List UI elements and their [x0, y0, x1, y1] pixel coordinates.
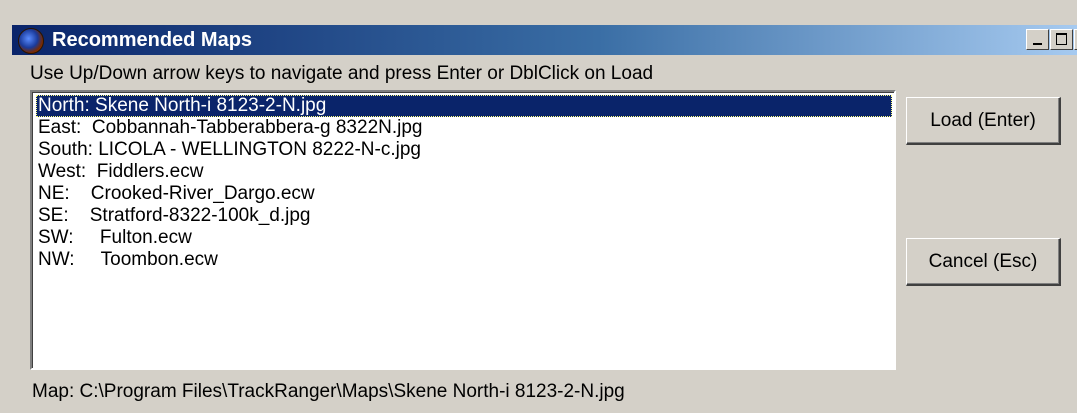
list-item[interactable]: North: Skene North-i 8123-2-N.jpg: [36, 95, 892, 117]
maps-listbox[interactable]: North: Skene North-i 8123-2-N.jpg East: …: [30, 90, 896, 370]
list-item[interactable]: NW: Toombon.ecw: [36, 249, 218, 271]
minimize-button[interactable]: [1026, 29, 1049, 50]
maximize-button[interactable]: [1050, 29, 1073, 50]
recommended-maps-dialog: Recommended Maps X Use Up/Down arrow key…: [0, 0, 1077, 413]
globe-icon: [18, 28, 44, 54]
list-item[interactable]: East: Cobbannah-Tabberabbera-g 8322N.jpg: [36, 117, 423, 139]
cancel-button[interactable]: Cancel (Esc): [906, 238, 1061, 286]
list-item[interactable]: SE: Stratford-8322-100k_d.jpg: [36, 205, 311, 227]
title-bar[interactable]: Recommended Maps X: [12, 25, 1077, 55]
list-item[interactable]: NE: Crooked-River_Dargo.ecw: [36, 183, 315, 205]
instruction-text: Use Up/Down arrow keys to navigate and p…: [30, 63, 654, 84]
window-title: Recommended Maps: [52, 29, 253, 51]
list-item[interactable]: West: Fiddlers.ecw: [36, 161, 203, 183]
map-path-status: Map: C:\Program Files\TrackRanger\Maps\S…: [32, 381, 625, 402]
list-item[interactable]: South: LICOLA - WELLINGTON 8222-N-c.jpg: [36, 139, 421, 161]
list-item[interactable]: SW: Fulton.ecw: [36, 227, 192, 249]
load-button[interactable]: Load (Enter): [906, 97, 1061, 145]
